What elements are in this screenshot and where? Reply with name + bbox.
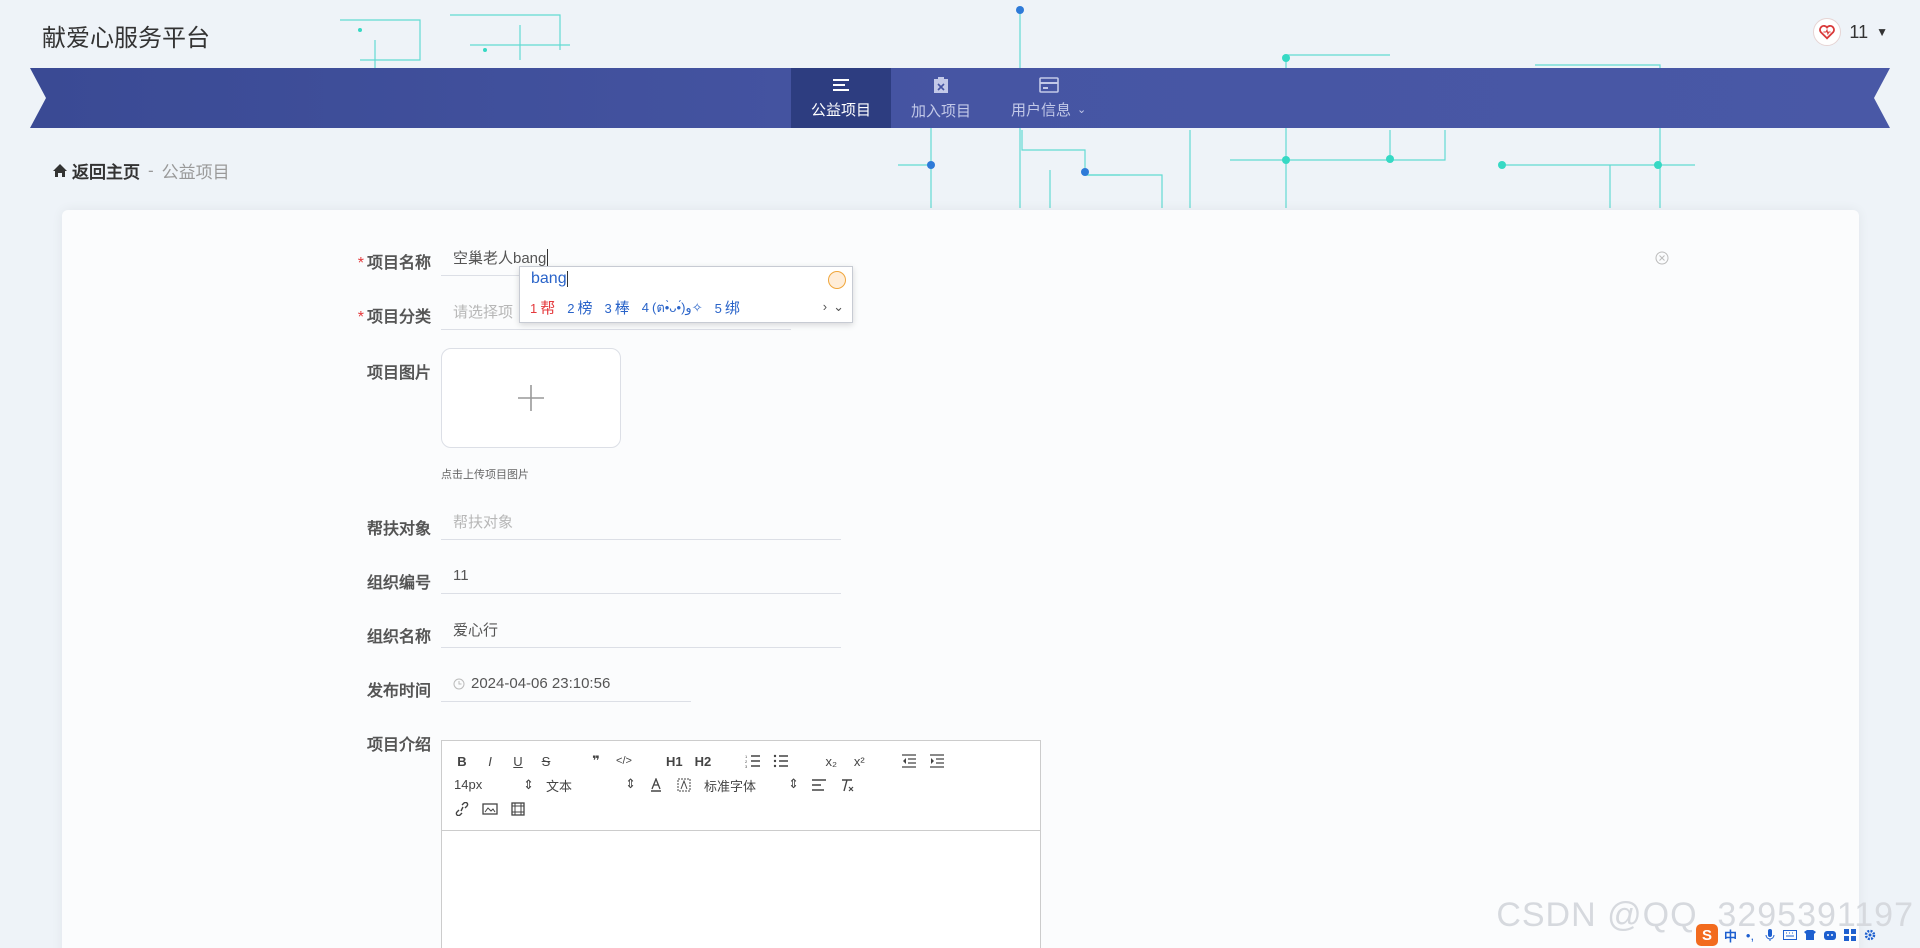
intro-label: 项目介绍 [366,737,431,754]
subscript-button[interactable]: x₂ [823,754,839,769]
bold-button[interactable]: B [454,754,470,769]
indent-icon[interactable] [929,754,945,768]
help-target-label: 帮扶对象 [366,521,431,538]
font-size-select[interactable]: 14px ⇕ [454,777,534,793]
chevron-right-icon[interactable]: › [823,299,827,315]
clear-format-icon[interactable] [839,778,855,792]
chevron-down-icon: ▼ [1876,25,1888,39]
ime-page-nav[interactable]: › ⌄ [823,299,844,315]
nav-item-user-info[interactable]: 用户信息 ⌄ [991,68,1106,128]
punctuation-icon[interactable]: •, [1743,928,1757,943]
home-icon [53,164,67,177]
clipboard-icon [934,76,949,93]
header-select[interactable]: 文本 ⇕ [546,776,636,795]
upload-hint: 点击上传项目图片 [441,469,529,481]
chevron-down-icon: ⌄ [1077,103,1087,116]
editor-content-area[interactable] [442,831,1040,948]
font-color-icon[interactable] [648,778,664,792]
nav-item-label: 公益项目 [811,101,872,119]
link-icon[interactable] [454,802,470,816]
editor-toolbar: B I U S ❞ </> H1 H2 123 x₂ x² 14px ⇕ 文本 ⇕ … [442,741,1040,831]
list-icon [833,78,849,91]
org-id-input[interactable]: 11 [441,558,841,594]
site-title: 献爱心服务平台 [42,25,210,52]
org-name-input[interactable]: 爱心行 [441,612,841,648]
ime-language-indicator[interactable]: 中 [1724,926,1737,945]
help-target-input[interactable]: 帮扶对象 [441,504,841,540]
ime-candidates: 1帮 2榜 3棒 4 (ต•̀ᴗ•́)و✧ 5绑 [530,297,740,318]
org-name-label: 组织名称 [366,629,431,646]
select-arrows-icon: ⇕ [625,775,636,791]
microphone-icon[interactable] [1763,928,1777,942]
breadcrumb-separator: - [148,160,154,180]
image-icon[interactable] [482,802,498,816]
background-color-icon[interactable] [676,778,692,792]
underline-button[interactable]: U [510,754,526,769]
header1-button[interactable]: H1 [666,754,683,769]
nav-item-label: 加入项目 [911,102,972,120]
toolbox-icon[interactable] [1843,928,1857,942]
nav-item-join-project[interactable]: 加入项目 [891,68,991,128]
rich-text-editor: B I U S ❞ </> H1 H2 123 x₂ x² 14px ⇕ 文本 ⇕ … [441,740,1041,948]
svg-text:3: 3 [745,764,748,768]
ime-composition: bang [531,270,568,287]
publish-time-picker[interactable]: 2024-04-06 23:10:56 [441,666,691,702]
project-name-label: * 项目名称 [357,255,431,272]
align-icon[interactable] [811,778,827,792]
ime-candidate[interactable]: 3棒 [605,297,630,318]
card-icon [1038,76,1059,93]
plus-icon [518,385,544,411]
ime-candidate[interactable]: 1帮 [530,297,555,318]
keyboard-icon[interactable] [1783,928,1798,942]
italic-button[interactable]: I [482,754,498,769]
select-arrows-icon: ⇕ [788,775,799,791]
blockquote-button[interactable]: ❞ [588,753,604,769]
breadcrumb: 返回主页 - 公益项目 [52,158,230,183]
font-family-select[interactable]: 标准字体 ⇕ [704,776,799,795]
ordered-list-icon[interactable]: 123 [745,754,761,768]
project-image-label: 项目图片 [366,365,431,382]
superscript-button[interactable]: x² [851,754,867,769]
ime-candidate[interactable]: 4 (ต•̀ᴗ•́)و✧ [642,297,703,318]
ime-candidate[interactable]: 5绑 [715,297,740,318]
heart-logo-icon [1813,18,1842,46]
breadcrumb-current: 公益项目 [161,163,230,182]
breadcrumb-home-label: 返回主页 [72,163,140,182]
ime-candidate-window: bang 1帮 2榜 3棒 4 (ต•̀ᴗ•́)و✧ 5绑 › ⌄ [519,266,853,323]
code-block-button[interactable]: </> [616,755,632,767]
video-icon[interactable] [510,802,526,816]
header2-button[interactable]: H2 [695,754,712,769]
top-bar: 献爱心服务平台 11 ▼ [0,0,1920,68]
assistant-icon[interactable] [1823,928,1837,942]
nav-item-label: 用户信息 [1011,101,1072,119]
clear-icon[interactable] [1655,251,1669,265]
ime-logo-icon [828,271,846,289]
system-tray: S 中 •, [1692,922,1920,948]
clock-icon [453,678,465,689]
org-id-label: 组织编号 [366,575,431,592]
strikethrough-button[interactable]: S [538,754,554,769]
outdent-icon[interactable] [901,754,917,768]
project-category-label: * 项目分类 [357,309,431,326]
select-arrows-icon: ⇕ [523,777,534,792]
skin-icon[interactable] [1803,928,1817,942]
main-nav: 公益项目 加入项目 用户信息 ⌄ [791,68,1106,128]
settings-icon[interactable] [1863,928,1877,942]
sogou-ime-icon[interactable]: S [1696,924,1718,946]
user-menu[interactable]: 11 ▼ [1813,18,1888,46]
ime-candidate[interactable]: 2榜 [567,297,592,318]
chevron-down-icon[interactable]: ⌄ [833,299,844,315]
image-upload-button[interactable] [441,348,621,448]
nav-item-public-projects[interactable]: 公益项目 [791,68,892,128]
user-name: 11 [1849,21,1869,42]
publish-time-label: 发布时间 [366,683,431,700]
bullet-list-icon[interactable] [773,754,789,768]
breadcrumb-home-link[interactable]: 返回主页 [52,158,140,183]
